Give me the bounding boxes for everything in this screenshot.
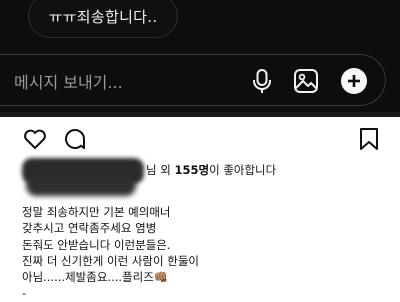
redacted-username-scribble (26, 176, 136, 196)
divider (0, 112, 400, 117)
likes-row: 님 외 155명이 좋아합니다 (20, 158, 390, 196)
message-input[interactable] (12, 69, 236, 95)
caption-line: - (22, 286, 27, 301)
plus-icon[interactable] (340, 67, 368, 95)
likes-prefix: 님 외 (146, 163, 175, 177)
likes-count: 155명 (174, 163, 210, 177)
comment-icon[interactable] (62, 126, 88, 152)
heart-icon[interactable] (22, 126, 48, 152)
caption-line: 아님......제발좀요....플리즈👊🏽 (22, 270, 169, 285)
caption-line: 진짜 더 신기한게 이런 사람이 한둘이 (22, 253, 199, 268)
caption-line: 정말 죄송하지만 기본 예의매너 (22, 205, 171, 219)
image-icon[interactable] (292, 67, 320, 95)
bookmark-icon[interactable] (356, 126, 382, 152)
post-actions (0, 126, 400, 154)
caption-line: 돈줘도 안받습니다 이런분들은. (22, 237, 171, 252)
caption-line: 갖추시고 연락좀주세요 염병 (22, 221, 157, 236)
post-caption: 정말 죄송하지만 기본 예의매너 갖추시고 연락좀주세요 염병 돈줘도 안받습니… (22, 204, 382, 302)
message-composer (0, 54, 386, 106)
likes-text[interactable]: 님 외 155명이 좋아합니다 (146, 162, 276, 178)
microphone-icon[interactable] (248, 67, 276, 95)
post-panel: 님 외 155명이 좋아합니다 정말 죄송하지만 기본 예의매너 갖추시고 연락… (0, 112, 400, 300)
likes-suffix: 이 좋아합니다 (209, 163, 277, 177)
dm-panel: ㅠㅠ죄송합니다.. (0, 0, 400, 112)
message-bubble: ㅠㅠ죄송합니다.. (28, 0, 178, 38)
